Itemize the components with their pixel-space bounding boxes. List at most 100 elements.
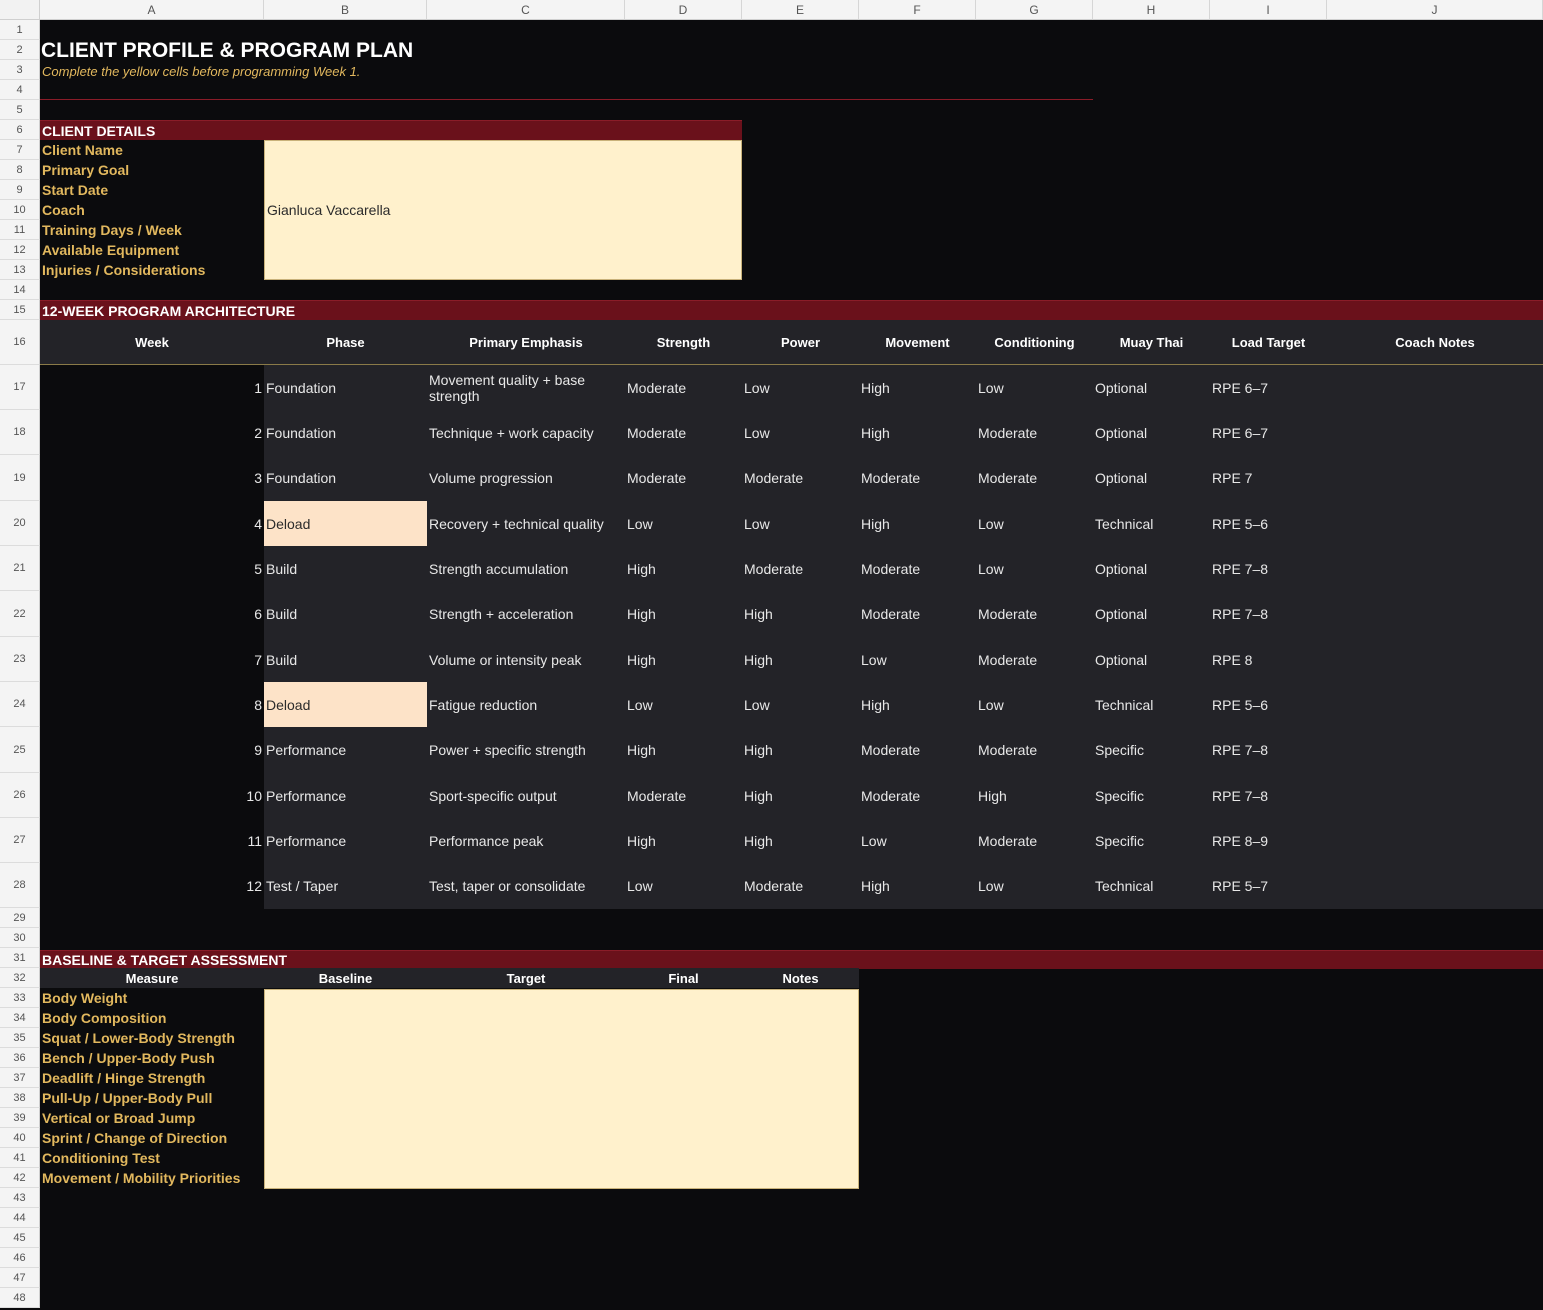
program-muay-thai-cell[interactable]: Specific: [1093, 818, 1210, 863]
program-load-cell[interactable]: RPE 8–9: [1210, 818, 1327, 863]
row-header-35[interactable]: 35: [0, 1028, 40, 1048]
row-header-7[interactable]: 7: [0, 140, 40, 160]
program-week-cell[interactable]: 6: [40, 591, 264, 637]
row-header-4[interactable]: 4: [0, 80, 40, 100]
program-load-cell[interactable]: RPE 7–8: [1210, 546, 1327, 591]
program-conditioning-cell[interactable]: Moderate: [976, 637, 1093, 682]
client-field-value[interactable]: [265, 140, 741, 160]
program-muay-thai-cell[interactable]: Technical: [1093, 501, 1210, 546]
program-conditioning-cell[interactable]: Low: [976, 365, 1093, 410]
program-load-cell[interactable]: RPE 7–8: [1210, 591, 1327, 637]
program-power-cell[interactable]: High: [742, 773, 859, 818]
program-muay-thai-cell[interactable]: Optional: [1093, 455, 1210, 501]
program-week-cell[interactable]: 11: [40, 818, 264, 863]
program-emphasis-cell[interactable]: Power + specific strength: [427, 727, 625, 773]
row-header-32[interactable]: 32: [0, 968, 40, 988]
program-power-cell[interactable]: Moderate: [742, 863, 859, 908]
program-phase-cell[interactable]: Build: [264, 637, 427, 682]
client-field-value[interactable]: [265, 240, 741, 260]
row-header-22[interactable]: 22: [0, 591, 40, 637]
row-header-10[interactable]: 10: [0, 200, 40, 220]
program-phase-cell[interactable]: Performance: [264, 727, 427, 773]
program-phase-cell[interactable]: Deload: [264, 501, 427, 546]
program-muay-thai-cell[interactable]: Optional: [1093, 365, 1210, 410]
program-notes-cell[interactable]: [1327, 637, 1543, 682]
program-muay-thai-cell[interactable]: Technical: [1093, 682, 1210, 727]
row-header-39[interactable]: 39: [0, 1108, 40, 1128]
program-phase-cell[interactable]: Performance: [264, 773, 427, 818]
program-muay-thai-cell[interactable]: Optional: [1093, 546, 1210, 591]
program-phase-cell[interactable]: Build: [264, 591, 427, 637]
program-muay-thai-cell[interactable]: Technical: [1093, 863, 1210, 908]
program-strength-cell[interactable]: High: [625, 818, 742, 863]
row-header-27[interactable]: 27: [0, 818, 40, 863]
program-load-cell[interactable]: RPE 5–6: [1210, 682, 1327, 727]
program-load-cell[interactable]: RPE 6–7: [1210, 410, 1327, 455]
row-header-23[interactable]: 23: [0, 637, 40, 682]
row-header-37[interactable]: 37: [0, 1068, 40, 1088]
program-phase-cell[interactable]: Foundation: [264, 365, 427, 410]
row-header-17[interactable]: 17: [0, 365, 40, 410]
program-emphasis-cell[interactable]: Sport-specific output: [427, 773, 625, 818]
column-header-c[interactable]: C: [427, 0, 625, 20]
program-emphasis-cell[interactable]: Technique + work capacity: [427, 410, 625, 455]
program-notes-cell[interactable]: [1327, 818, 1543, 863]
program-phase-cell[interactable]: Build: [264, 546, 427, 591]
row-header-1[interactable]: 1: [0, 20, 40, 40]
column-header-b[interactable]: B: [264, 0, 427, 20]
program-power-cell[interactable]: Moderate: [742, 455, 859, 501]
program-power-cell[interactable]: Low: [742, 501, 859, 546]
row-header-41[interactable]: 41: [0, 1148, 40, 1168]
program-movement-cell[interactable]: High: [859, 365, 976, 410]
program-notes-cell[interactable]: [1327, 501, 1543, 546]
program-emphasis-cell[interactable]: Movement quality + base strength: [427, 365, 625, 410]
column-header-i[interactable]: I: [1210, 0, 1327, 20]
row-header-11[interactable]: 11: [0, 220, 40, 240]
program-notes-cell[interactable]: [1327, 591, 1543, 637]
program-phase-cell[interactable]: Test / Taper: [264, 863, 427, 908]
program-load-cell[interactable]: RPE 5–6: [1210, 501, 1327, 546]
program-strength-cell[interactable]: High: [625, 546, 742, 591]
row-header-21[interactable]: 21: [0, 546, 40, 591]
program-phase-cell[interactable]: Foundation: [264, 410, 427, 455]
row-header-48[interactable]: 48: [0, 1288, 40, 1308]
row-header-36[interactable]: 36: [0, 1048, 40, 1068]
row-header-47[interactable]: 47: [0, 1268, 40, 1288]
program-movement-cell[interactable]: High: [859, 410, 976, 455]
program-conditioning-cell[interactable]: Moderate: [976, 727, 1093, 773]
program-movement-cell[interactable]: Moderate: [859, 727, 976, 773]
program-phase-cell[interactable]: Deload: [264, 682, 427, 727]
row-header-5[interactable]: 5: [0, 100, 40, 120]
client-field-value[interactable]: Gianluca Vaccarella: [265, 200, 741, 220]
row-header-16[interactable]: 16: [0, 320, 40, 365]
program-notes-cell[interactable]: [1327, 365, 1543, 410]
program-muay-thai-cell[interactable]: Specific: [1093, 727, 1210, 773]
program-conditioning-cell[interactable]: Low: [976, 682, 1093, 727]
row-header-25[interactable]: 25: [0, 727, 40, 773]
program-load-cell[interactable]: RPE 5–7: [1210, 863, 1327, 908]
row-header-46[interactable]: 46: [0, 1248, 40, 1268]
row-header-40[interactable]: 40: [0, 1128, 40, 1148]
row-header-29[interactable]: 29: [0, 908, 40, 928]
client-field-value[interactable]: [265, 180, 741, 200]
row-header-13[interactable]: 13: [0, 260, 40, 280]
program-conditioning-cell[interactable]: Low: [976, 501, 1093, 546]
program-notes-cell[interactable]: [1327, 546, 1543, 591]
column-header-h[interactable]: H: [1093, 0, 1210, 20]
row-header-34[interactable]: 34: [0, 1008, 40, 1028]
program-emphasis-cell[interactable]: Recovery + technical quality: [427, 501, 625, 546]
program-week-cell[interactable]: 9: [40, 727, 264, 773]
client-field-value[interactable]: [265, 220, 741, 240]
program-movement-cell[interactable]: Moderate: [859, 773, 976, 818]
program-week-cell[interactable]: 2: [40, 410, 264, 455]
column-header-d[interactable]: D: [625, 0, 742, 20]
program-emphasis-cell[interactable]: Strength accumulation: [427, 546, 625, 591]
row-header-14[interactable]: 14: [0, 280, 40, 300]
row-header-15[interactable]: 15: [0, 300, 40, 320]
program-notes-cell[interactable]: [1327, 410, 1543, 455]
row-header-30[interactable]: 30: [0, 928, 40, 948]
row-header-28[interactable]: 28: [0, 863, 40, 908]
program-muay-thai-cell[interactable]: Optional: [1093, 637, 1210, 682]
program-notes-cell[interactable]: [1327, 863, 1543, 908]
program-movement-cell[interactable]: Low: [859, 637, 976, 682]
